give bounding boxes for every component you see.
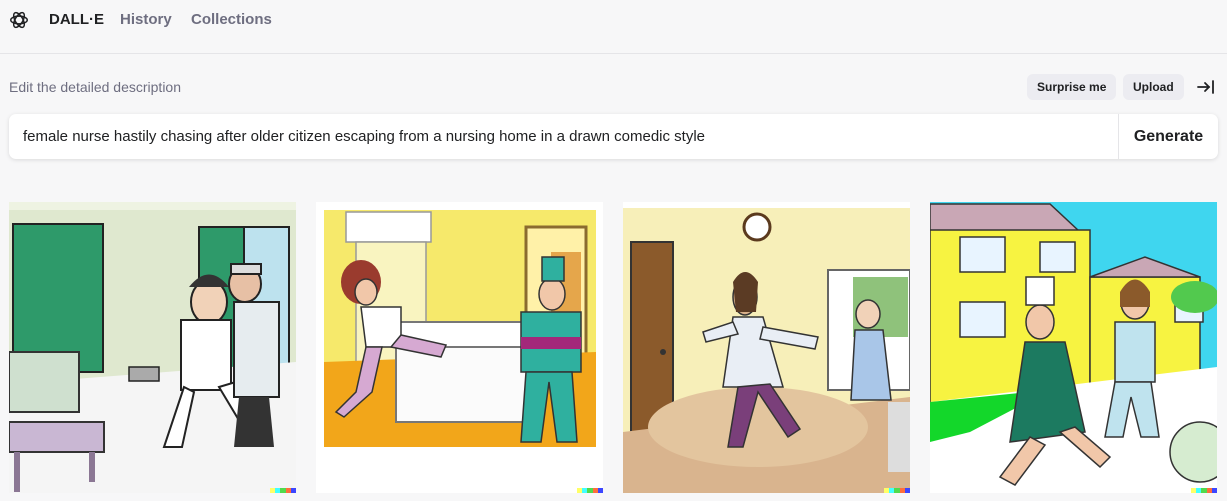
openai-logo-icon[interactable]: [8, 9, 30, 31]
nav-brand-dalle[interactable]: DALL·E: [49, 11, 104, 28]
generated-image-2: [316, 202, 603, 493]
generated-image-1: [9, 202, 296, 493]
prompt-label: Edit the detailed description: [9, 79, 181, 95]
result-image-2[interactable]: [316, 202, 603, 493]
watermark: [1191, 488, 1217, 493]
generated-image-4: [930, 202, 1217, 493]
nav-history[interactable]: History: [120, 11, 172, 28]
prompt-input[interactable]: female nurse hastily chasing after older…: [23, 128, 705, 145]
surprise-me-button[interactable]: Surprise me: [1027, 74, 1117, 100]
generated-image-3: [623, 202, 910, 493]
nav-collections[interactable]: Collections: [191, 11, 272, 28]
watermark: [884, 488, 910, 493]
result-image-4[interactable]: [930, 202, 1217, 493]
top-bar: DALL·E History Collections: [0, 0, 1227, 54]
collapse-panel-icon[interactable]: [1196, 77, 1216, 97]
upload-button[interactable]: Upload: [1123, 74, 1184, 100]
watermark: [577, 488, 603, 493]
generate-button[interactable]: Generate: [1119, 114, 1218, 159]
result-image-1[interactable]: [9, 202, 296, 493]
prompt-input-container[interactable]: female nurse hastily chasing after older…: [9, 114, 1218, 159]
result-image-3[interactable]: [623, 202, 910, 493]
watermark: [270, 488, 296, 493]
